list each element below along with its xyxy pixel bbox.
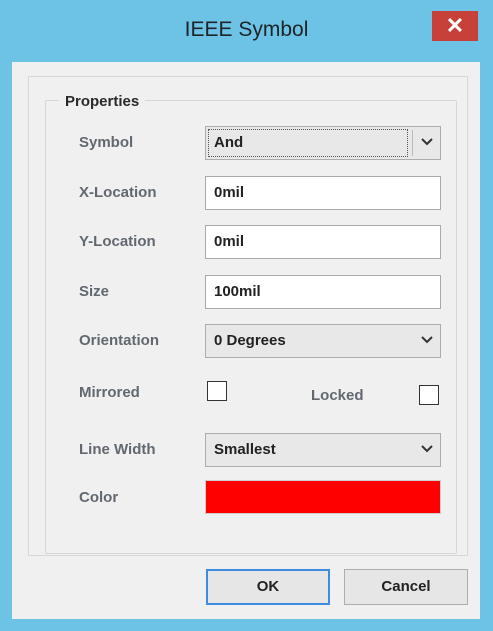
symbol-select[interactable]: And [205, 126, 441, 160]
symbol-select-value: And [214, 134, 244, 151]
mirrored-checkbox[interactable] [207, 381, 227, 401]
line-width-select-value: Smallest [214, 441, 276, 458]
symbol-label: Symbol [79, 134, 134, 151]
mirrored-label: Mirrored [79, 384, 140, 401]
close-button[interactable]: ✕ [432, 11, 478, 41]
x-location-input[interactable]: 0mil [205, 176, 441, 210]
dialog-client-area: Properties Symbol And X-Location 0mil Y-… [12, 62, 480, 619]
close-icon: ✕ [445, 13, 465, 38]
line-width-select[interactable]: Smallest [205, 433, 441, 467]
color-label: Color [79, 489, 119, 506]
y-location-label: Y-Location [79, 233, 156, 250]
ok-button[interactable]: OK [206, 569, 330, 605]
locked-checkbox[interactable] [419, 385, 439, 405]
properties-group-title: Properties [59, 93, 146, 110]
symbol-select-divider [412, 130, 413, 156]
chevron-down-icon[interactable] [420, 442, 434, 456]
chevron-down-icon[interactable] [420, 135, 434, 149]
orientation-label: Orientation [79, 332, 160, 349]
chevron-down-icon[interactable] [420, 333, 434, 347]
x-location-label: X-Location [79, 184, 157, 201]
cancel-button[interactable]: Cancel [344, 569, 468, 605]
dialog-title: IEEE Symbol [184, 18, 309, 41]
y-location-input[interactable]: 0mil [205, 225, 441, 259]
size-label: Size [79, 283, 110, 300]
orientation-select[interactable]: 0 Degrees [205, 324, 441, 358]
color-swatch[interactable] [205, 480, 441, 514]
ieee-symbol-dialog: IEEE Symbol ✕ Properties Symbol And X-Lo… [0, 0, 493, 631]
title-bar[interactable]: IEEE Symbol ✕ [0, 0, 493, 62]
line-width-label: Line Width [79, 441, 156, 458]
size-input[interactable]: 100mil [205, 275, 441, 309]
locked-label: Locked [311, 387, 364, 404]
properties-panel: Properties Symbol And X-Location 0mil Y-… [28, 76, 468, 556]
orientation-select-value: 0 Degrees [214, 332, 286, 349]
